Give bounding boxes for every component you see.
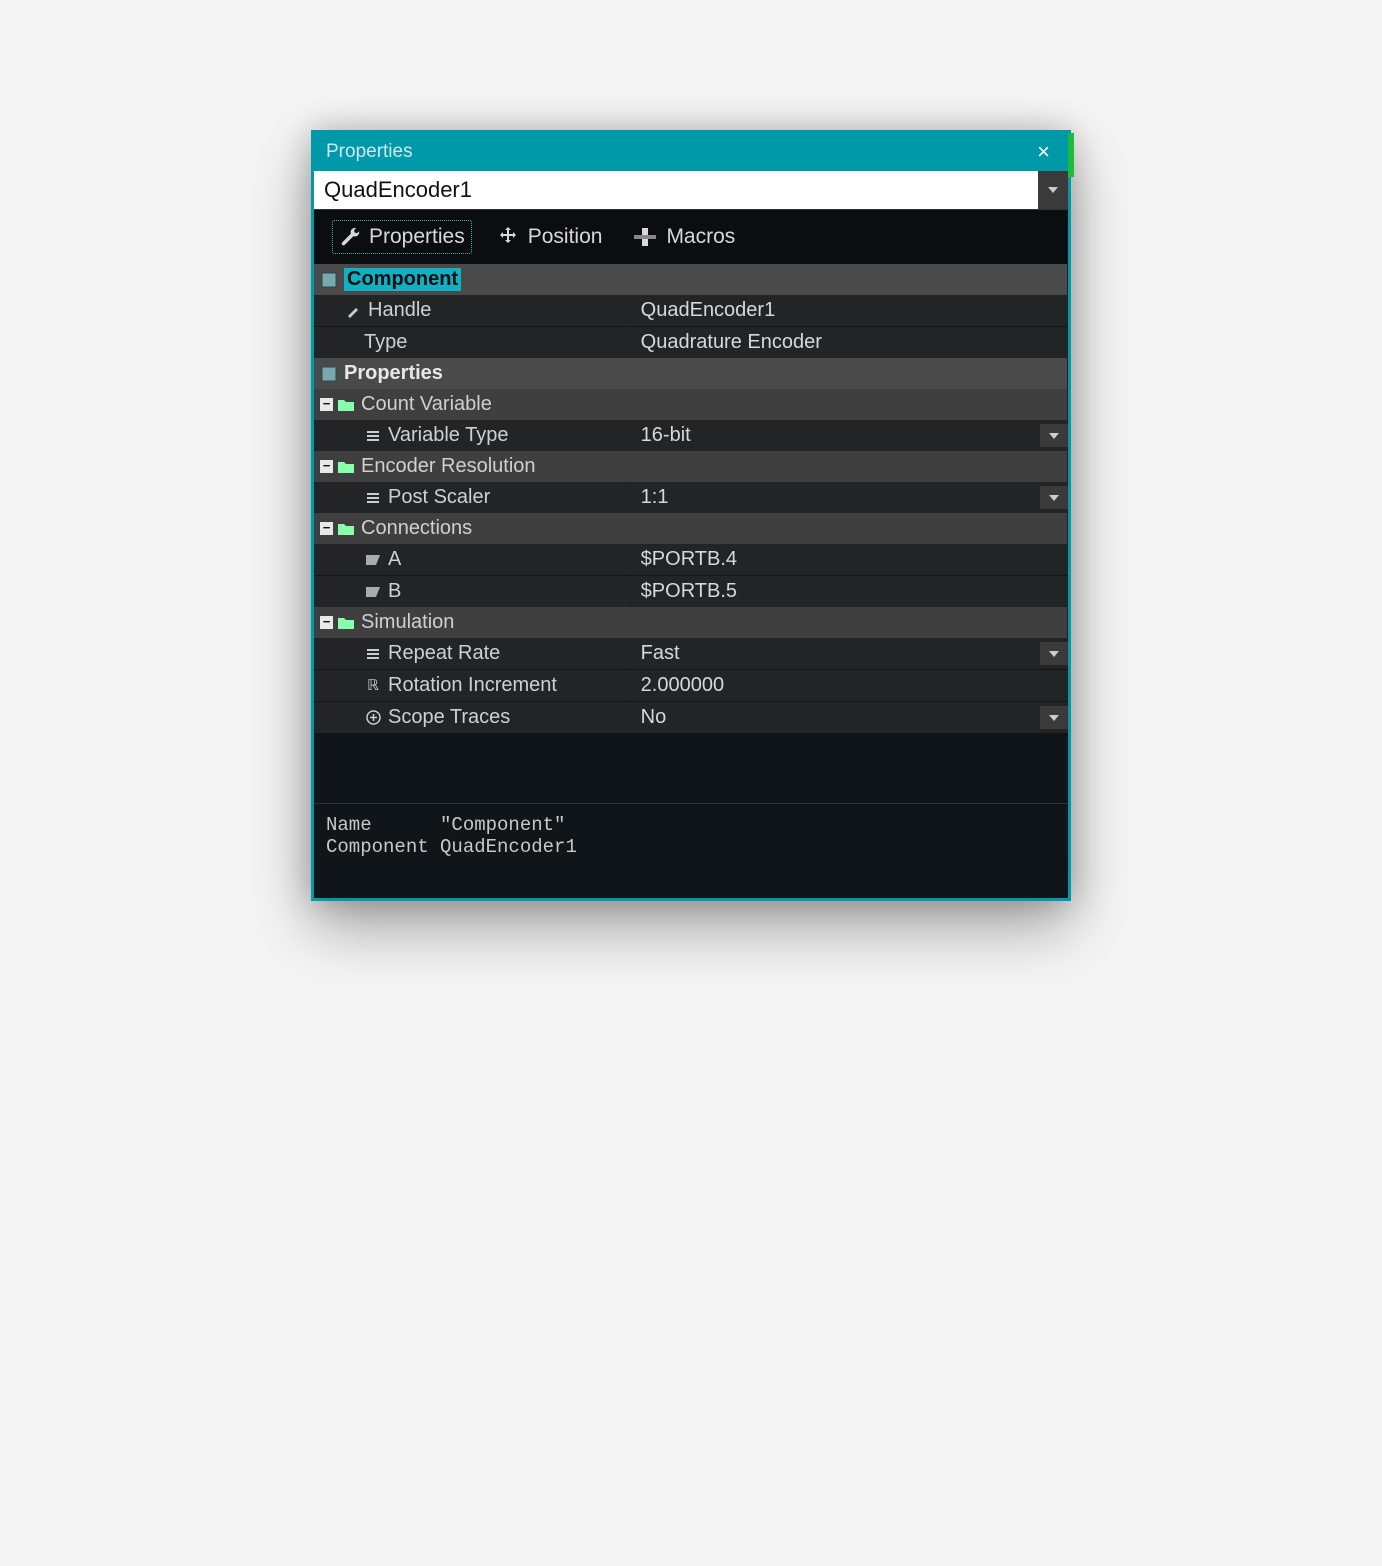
row-variable-type-value: 16-bit <box>641 424 1040 447</box>
wrench-icon <box>339 226 361 248</box>
collapse-icon[interactable]: − <box>320 398 333 411</box>
property-grid: Component Handle QuadEncoder1 Type Quadr… <box>314 264 1068 733</box>
chevron-down-icon <box>1049 715 1059 721</box>
tab-properties[interactable]: Properties <box>332 220 472 254</box>
edge-accent <box>1068 133 1074 177</box>
group-connections-label: Connections <box>361 517 472 540</box>
post-scaler-dropdown[interactable] <box>1040 486 1068 509</box>
row-post-scaler[interactable]: Post Scaler 1:1 <box>314 482 1068 513</box>
row-rotation-increment-value: 2.000000 <box>641 674 1058 697</box>
row-rotation-increment[interactable]: ℝ Rotation Increment 2.000000 <box>314 669 1068 701</box>
collapse-icon[interactable]: − <box>320 616 333 629</box>
chevron-down-icon <box>1049 651 1059 657</box>
row-rotation-increment-label: Rotation Increment <box>388 674 557 697</box>
section-component[interactable]: Component <box>314 264 1068 295</box>
section-properties[interactable]: Properties <box>314 358 1068 389</box>
row-handle-value: QuadEncoder1 <box>641 299 1058 322</box>
chevron-down-icon <box>1049 433 1059 439</box>
folder-icon <box>337 520 355 538</box>
row-connection-b[interactable]: B $PORTB.5 <box>314 575 1068 607</box>
list-icon <box>364 489 382 507</box>
status-info: Name "Component" Component QuadEncoder1 <box>314 803 1068 898</box>
tab-position[interactable]: Position <box>490 221 609 253</box>
group-simulation[interactable]: − Simulation <box>314 607 1068 638</box>
move-icon <box>496 225 520 249</box>
row-scope-traces-label: Scope Traces <box>388 706 510 729</box>
component-name-input[interactable] <box>314 171 1038 209</box>
row-handle[interactable]: Handle QuadEncoder1 <box>314 295 1068 326</box>
tab-properties-label: Properties <box>369 225 465 249</box>
macros-icon <box>632 226 658 248</box>
pin-icon <box>364 551 382 569</box>
pin-icon <box>364 583 382 601</box>
collapse-icon[interactable]: − <box>320 460 333 473</box>
row-post-scaler-value: 1:1 <box>641 486 1040 509</box>
panel-title: Properties <box>326 141 413 163</box>
section-properties-label: Properties <box>344 362 443 385</box>
titlebar: Properties × <box>314 133 1068 171</box>
row-repeat-rate-value: Fast <box>641 642 1040 665</box>
group-simulation-label: Simulation <box>361 611 454 634</box>
row-variable-type-label: Variable Type <box>388 424 508 447</box>
row-handle-label: Handle <box>368 299 431 322</box>
component-selector <box>314 171 1068 210</box>
chevron-down-icon <box>1049 495 1059 501</box>
folder-icon <box>337 614 355 632</box>
row-scope-traces-value: No <box>641 706 1040 729</box>
folder-icon <box>337 396 355 414</box>
properties-panel: Properties × Properties Position Macros <box>311 130 1071 901</box>
tab-bar: Properties Position Macros <box>314 210 1068 264</box>
group-count-variable-label: Count Variable <box>361 393 492 416</box>
row-type-value: Quadrature Encoder <box>641 331 1058 354</box>
plus-circle-icon <box>364 709 382 727</box>
real-number-icon: ℝ <box>364 677 382 695</box>
row-repeat-rate[interactable]: Repeat Rate Fast <box>314 638 1068 669</box>
row-variable-type[interactable]: Variable Type 16-bit <box>314 420 1068 451</box>
status-line-2: Component QuadEncoder1 <box>326 836 577 858</box>
group-connections[interactable]: − Connections <box>314 513 1068 544</box>
row-connection-a-label: A <box>388 548 401 571</box>
component-dropdown-button[interactable] <box>1038 171 1068 209</box>
row-type[interactable]: Type Quadrature Encoder <box>314 326 1068 358</box>
group-encoder-resolution-label: Encoder Resolution <box>361 455 536 478</box>
section-icon <box>320 271 338 289</box>
list-icon <box>364 645 382 663</box>
repeat-rate-dropdown[interactable] <box>1040 642 1068 665</box>
variable-type-dropdown[interactable] <box>1040 424 1068 447</box>
close-icon[interactable]: × <box>1031 139 1056 165</box>
row-repeat-rate-label: Repeat Rate <box>388 642 500 665</box>
group-encoder-resolution[interactable]: − Encoder Resolution <box>314 451 1068 482</box>
row-post-scaler-label: Post Scaler <box>388 486 490 509</box>
list-icon <box>364 427 382 445</box>
tab-macros-label: Macros <box>666 225 735 249</box>
tab-position-label: Position <box>528 225 603 249</box>
folder-icon <box>337 458 355 476</box>
scope-traces-dropdown[interactable] <box>1040 706 1068 729</box>
collapse-icon[interactable]: − <box>320 522 333 535</box>
section-component-label: Component <box>344 268 461 291</box>
group-count-variable[interactable]: − Count Variable <box>314 389 1068 420</box>
row-connection-a-value: $PORTB.4 <box>641 548 1058 571</box>
tab-macros[interactable]: Macros <box>626 221 741 253</box>
section-icon <box>320 365 338 383</box>
handle-icon <box>344 302 362 320</box>
row-connection-b-value: $PORTB.5 <box>641 580 1058 603</box>
row-connection-b-label: B <box>388 580 401 603</box>
chevron-down-icon <box>1048 187 1058 193</box>
row-type-label: Type <box>364 331 407 354</box>
row-connection-a[interactable]: A $PORTB.4 <box>314 544 1068 575</box>
row-scope-traces[interactable]: Scope Traces No <box>314 701 1068 733</box>
status-line-1: Name "Component" <box>326 814 565 836</box>
